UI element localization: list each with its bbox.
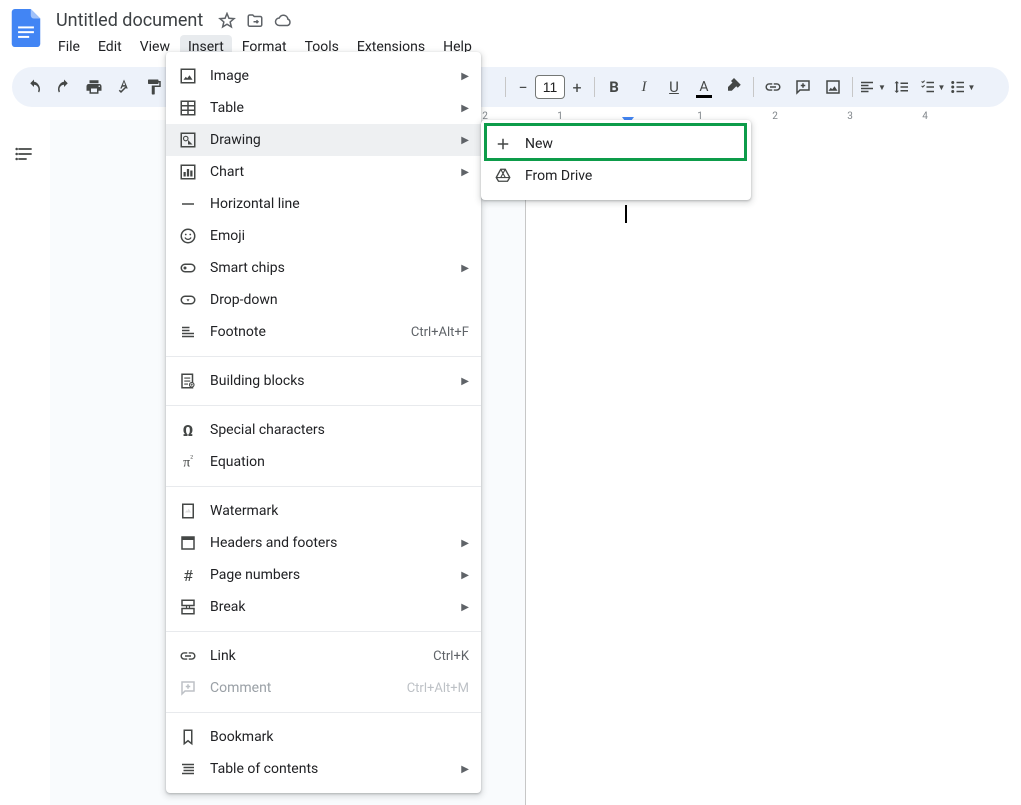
outline-toggle-button[interactable] [11, 140, 39, 168]
insert-special-chars-item[interactable]: Ω Special characters [166, 414, 481, 446]
move-icon[interactable] [245, 11, 265, 31]
emoji-icon [178, 226, 198, 246]
insert-toc-item[interactable]: Table of contents ▶ [166, 753, 481, 785]
footnote-icon [178, 322, 198, 342]
text-cursor [625, 205, 627, 223]
cloud-status-icon[interactable] [273, 11, 293, 31]
insert-emoji-item[interactable]: Emoji [166, 220, 481, 252]
drive-icon [493, 166, 513, 186]
menu-file[interactable]: File [50, 35, 88, 59]
omega-icon: Ω [178, 420, 198, 440]
insert-break-item[interactable]: Break ▶ [166, 591, 481, 623]
toc-icon [178, 759, 198, 779]
header: Untitled document File Edit View Insert … [0, 0, 1021, 59]
spellcheck-button[interactable] [110, 73, 138, 101]
checklist-button[interactable]: ▼ [918, 73, 946, 101]
insert-headers-footers-item[interactable]: Headers and footers ▶ [166, 527, 481, 559]
horizontal-line-icon [178, 194, 198, 214]
separator [753, 77, 754, 97]
chevron-right-icon: ▶ [461, 602, 469, 613]
separator [594, 77, 595, 97]
insert-footnote-item[interactable]: Footnote Ctrl+Alt+F [166, 316, 481, 348]
drawing-submenu: New From Drive [481, 120, 751, 200]
drawing-new-item[interactable]: New [481, 128, 751, 160]
chevron-right-icon: ▶ [461, 263, 469, 274]
toolbar: − + B I U A ▼ ▼ ▼ [12, 67, 1009, 107]
chevron-right-icon: ▶ [461, 135, 469, 146]
insert-comment-item: Comment Ctrl+Alt+M [166, 672, 481, 704]
link-icon [178, 646, 198, 666]
insert-smart-chips-item[interactable]: Smart chips ▶ [166, 252, 481, 284]
equation-icon: π² [178, 452, 198, 472]
insert-page-numbers-item[interactable]: # Page numbers ▶ [166, 559, 481, 591]
highlight-button[interactable] [720, 73, 748, 101]
insert-table-item[interactable]: Table ▶ [166, 92, 481, 124]
underline-button[interactable]: U [660, 73, 688, 101]
add-comment-button[interactable] [789, 73, 817, 101]
drawing-icon [178, 130, 198, 150]
bold-button[interactable]: B [600, 73, 628, 101]
line-spacing-button[interactable] [888, 73, 916, 101]
dropdown-icon [178, 290, 198, 310]
break-icon [178, 597, 198, 617]
insert-chart-item[interactable]: Chart ▶ [166, 156, 481, 188]
redo-button[interactable] [50, 73, 78, 101]
hash-icon: # [178, 565, 198, 585]
insert-watermark-item[interactable]: Watermark [166, 495, 481, 527]
document-page[interactable] [525, 120, 1021, 805]
separator [166, 486, 481, 487]
chevron-right-icon: ▶ [461, 376, 469, 387]
plus-icon [493, 134, 513, 154]
insert-image-button[interactable] [819, 73, 847, 101]
image-icon [178, 66, 198, 86]
italic-button[interactable]: I [630, 73, 658, 101]
document-title[interactable]: Untitled document [50, 8, 209, 33]
chart-icon [178, 162, 198, 182]
font-size-plus-button[interactable]: + [565, 75, 589, 99]
text-color-button[interactable]: A [690, 73, 718, 101]
chevron-right-icon: ▶ [461, 764, 469, 775]
building-blocks-icon [178, 371, 198, 391]
chevron-right-icon: ▶ [461, 167, 469, 178]
undo-button[interactable] [20, 73, 48, 101]
drawing-from-drive-item[interactable]: From Drive [481, 160, 751, 192]
paint-format-button[interactable] [140, 73, 168, 101]
insert-equation-item[interactable]: π² Equation [166, 446, 481, 478]
insert-hr-item[interactable]: Horizontal line [166, 188, 481, 220]
insert-link-item[interactable]: Link Ctrl+K [166, 640, 481, 672]
font-size-group: − + [511, 75, 589, 99]
insert-bookmark-item[interactable]: Bookmark [166, 721, 481, 753]
insert-dropdown-item[interactable]: Drop-down [166, 284, 481, 316]
headers-footers-icon [178, 533, 198, 553]
menu-edit[interactable]: Edit [90, 35, 130, 59]
insert-link-button[interactable] [759, 73, 787, 101]
align-button[interactable]: ▼ [858, 73, 886, 101]
docs-logo-icon[interactable] [6, 8, 46, 48]
watermark-icon [178, 501, 198, 521]
font-size-input[interactable] [535, 75, 565, 99]
chevron-right-icon: ▶ [461, 538, 469, 549]
table-icon [178, 98, 198, 118]
insert-image-item[interactable]: Image ▶ [166, 60, 481, 92]
chevron-right-icon: ▶ [461, 71, 469, 82]
insert-building-blocks-item[interactable]: Building blocks ▶ [166, 365, 481, 397]
chevron-right-icon: ▶ [461, 570, 469, 581]
insert-dropdown: Image ▶ Table ▶ Drawing ▶ Chart ▶ Horizo… [166, 52, 481, 793]
separator [166, 631, 481, 632]
bulleted-list-button[interactable]: ▼ [948, 73, 976, 101]
smart-chips-icon [178, 258, 198, 278]
insert-drawing-item[interactable]: Drawing ▶ [166, 124, 481, 156]
bookmark-icon [178, 727, 198, 747]
separator [852, 77, 853, 97]
print-button[interactable] [80, 73, 108, 101]
separator [166, 405, 481, 406]
chevron-right-icon: ▶ [461, 103, 469, 114]
left-sidebar [0, 120, 50, 168]
separator [166, 712, 481, 713]
separator [505, 77, 506, 97]
font-size-minus-button[interactable]: − [511, 75, 535, 99]
star-icon[interactable] [217, 11, 237, 31]
comment-icon [178, 678, 198, 698]
separator [166, 356, 481, 357]
